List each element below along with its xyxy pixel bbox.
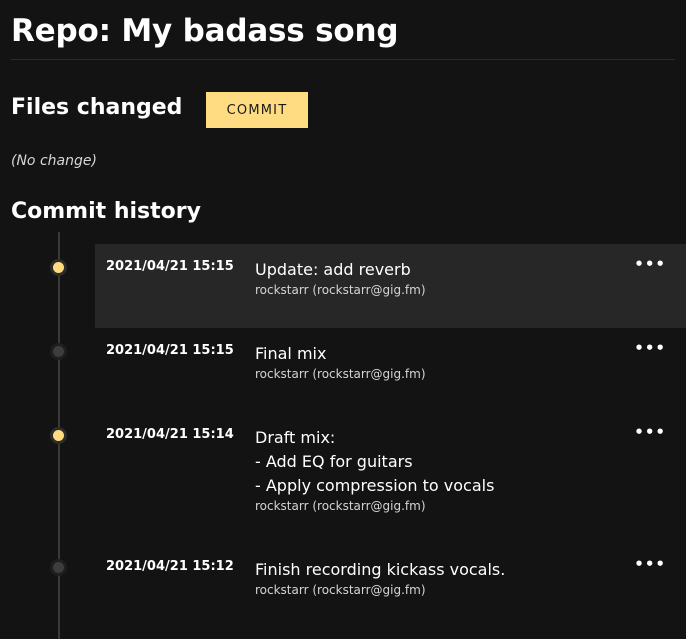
commit-history-heading: Commit history	[11, 199, 201, 224]
commit-message: Final mix	[255, 344, 327, 363]
commit-button[interactable]: COMMIT	[206, 92, 308, 128]
commit-author: rockstarr (rockstarr@gig.fm)	[255, 367, 426, 381]
title-divider	[11, 59, 675, 60]
timeline-dot	[50, 259, 67, 276]
timeline-dot	[50, 559, 67, 576]
commit-author: rockstarr (rockstarr@gig.fm)	[255, 283, 426, 297]
commit-date: 2021/04/21 15:15	[106, 343, 234, 358]
repo-page: Repo: My badass song Files changed COMMI…	[0, 0, 686, 639]
commit-body: Update: add reverb rockstarr (rockstarr@…	[255, 258, 426, 297]
files-changed-status: (No change)	[11, 153, 97, 169]
commit-message: Update: add reverb	[255, 260, 411, 279]
commit-item[interactable]: 2021/04/21 15:12 Finish recording kickas…	[95, 544, 686, 628]
files-changed-heading: Files changed	[11, 95, 183, 120]
commit-author: rockstarr (rockstarr@gig.fm)	[255, 499, 426, 513]
commit-date: 2021/04/21 15:15	[106, 259, 234, 274]
commit-message: Draft mix: - Add EQ for guitars - Apply …	[255, 428, 495, 495]
commit-body: Finish recording kickass vocals. rocksta…	[255, 558, 505, 597]
commit-date: 2021/04/21 15:14	[106, 427, 234, 442]
timeline-dot	[50, 343, 67, 360]
timeline-dot	[50, 427, 67, 444]
commit-item[interactable]: 2021/04/21 15:15 Final mix rockstarr (ro…	[95, 328, 686, 412]
commit-body: Draft mix: - Add EQ for guitars - Apply …	[255, 426, 494, 513]
commit-author: rockstarr (rockstarr@gig.fm)	[255, 583, 426, 597]
more-options-icon[interactable]: •••	[634, 257, 666, 272]
commit-item[interactable]: 2021/04/21 15:14 Draft mix: - Add EQ for…	[95, 412, 686, 544]
commit-date: 2021/04/21 15:12	[106, 559, 234, 574]
more-options-icon[interactable]: •••	[634, 557, 666, 572]
more-options-icon[interactable]: •••	[634, 425, 666, 440]
page-title: Repo: My badass song	[11, 13, 399, 49]
commit-body: Final mix rockstarr (rockstarr@gig.fm)	[255, 342, 426, 381]
more-options-icon[interactable]: •••	[634, 341, 666, 356]
commit-message: Finish recording kickass vocals.	[255, 560, 506, 579]
commit-item[interactable]: 2021/04/21 15:15 Update: add reverb rock…	[95, 244, 686, 328]
